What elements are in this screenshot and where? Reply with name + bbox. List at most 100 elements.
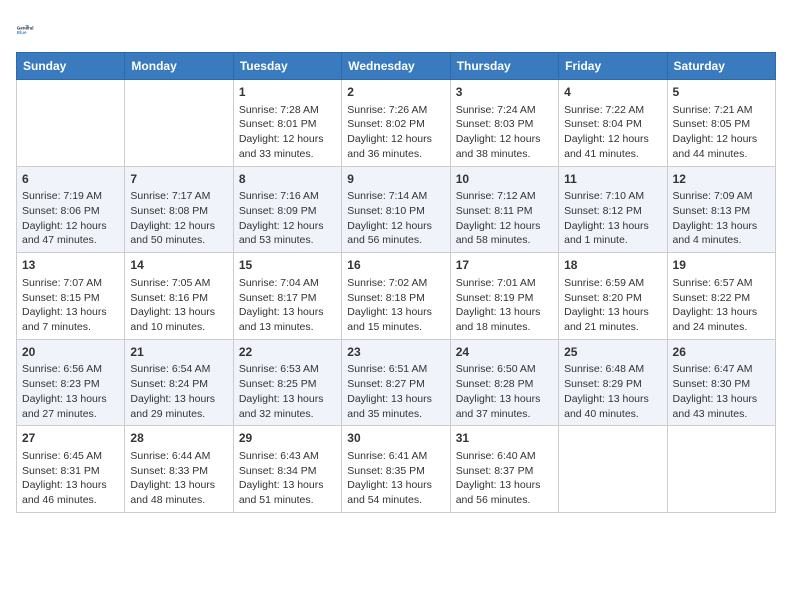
calendar-cell: 16Sunrise: 7:02 AMSunset: 8:18 PMDayligh… [342,253,450,340]
day-info: Sunrise: 7:04 AM [239,276,336,291]
day-info: Daylight: 13 hours and 51 minutes. [239,478,336,507]
day-number: 9 [347,171,444,188]
day-info: Daylight: 12 hours and 44 minutes. [673,132,770,161]
day-info: Sunrise: 7:21 AM [673,103,770,118]
day-info: Sunset: 8:15 PM [22,291,119,306]
day-number: 20 [22,344,119,361]
day-info: Daylight: 13 hours and 35 minutes. [347,392,444,421]
header-friday: Friday [559,53,667,80]
day-info: Daylight: 12 hours and 56 minutes. [347,219,444,248]
calendar-cell: 15Sunrise: 7:04 AMSunset: 8:17 PMDayligh… [233,253,341,340]
day-info: Sunset: 8:08 PM [130,204,227,219]
day-info: Daylight: 13 hours and 54 minutes. [347,478,444,507]
calendar-cell: 24Sunrise: 6:50 AMSunset: 8:28 PMDayligh… [450,339,558,426]
calendar-cell: 10Sunrise: 7:12 AMSunset: 8:11 PMDayligh… [450,166,558,253]
day-info: Sunrise: 7:12 AM [456,189,553,204]
day-number: 18 [564,257,661,274]
day-info: Daylight: 12 hours and 41 minutes. [564,132,661,161]
day-info: Sunset: 8:20 PM [564,291,661,306]
day-info: Sunset: 8:29 PM [564,377,661,392]
week-row-4: 20Sunrise: 6:56 AMSunset: 8:23 PMDayligh… [17,339,776,426]
day-info: Sunset: 8:23 PM [22,377,119,392]
day-number: 5 [673,84,770,101]
calendar-table: SundayMondayTuesdayWednesdayThursdayFrid… [16,52,776,513]
day-number: 31 [456,430,553,447]
day-info: Sunrise: 7:14 AM [347,189,444,204]
day-info: Sunrise: 6:54 AM [130,362,227,377]
day-info: Daylight: 13 hours and 48 minutes. [130,478,227,507]
week-row-5: 27Sunrise: 6:45 AMSunset: 8:31 PMDayligh… [17,426,776,513]
day-number: 29 [239,430,336,447]
day-info: Sunset: 8:13 PM [673,204,770,219]
day-info: Daylight: 13 hours and 27 minutes. [22,392,119,421]
calendar-cell: 20Sunrise: 6:56 AMSunset: 8:23 PMDayligh… [17,339,125,426]
day-info: Sunrise: 7:17 AM [130,189,227,204]
day-info: Sunrise: 6:51 AM [347,362,444,377]
day-info: Daylight: 12 hours and 33 minutes. [239,132,336,161]
calendar-cell: 4Sunrise: 7:22 AMSunset: 8:04 PMDaylight… [559,80,667,167]
day-info: Daylight: 13 hours and 7 minutes. [22,305,119,334]
day-number: 25 [564,344,661,361]
day-info: Sunset: 8:18 PM [347,291,444,306]
calendar-cell: 2Sunrise: 7:26 AMSunset: 8:02 PMDaylight… [342,80,450,167]
day-info: Daylight: 12 hours and 47 minutes. [22,219,119,248]
day-info: Sunset: 8:01 PM [239,117,336,132]
day-info: Sunset: 8:30 PM [673,377,770,392]
svg-text:Blue: Blue [17,30,27,35]
calendar-cell: 28Sunrise: 6:44 AMSunset: 8:33 PMDayligh… [125,426,233,513]
day-info: Daylight: 13 hours and 1 minute. [564,219,661,248]
calendar-cell: 22Sunrise: 6:53 AMSunset: 8:25 PMDayligh… [233,339,341,426]
calendar-cell: 19Sunrise: 6:57 AMSunset: 8:22 PMDayligh… [667,253,775,340]
week-row-1: 1Sunrise: 7:28 AMSunset: 8:01 PMDaylight… [17,80,776,167]
calendar-cell: 3Sunrise: 7:24 AMSunset: 8:03 PMDaylight… [450,80,558,167]
day-info: Sunset: 8:12 PM [564,204,661,219]
day-info: Sunrise: 7:05 AM [130,276,227,291]
calendar-cell: 14Sunrise: 7:05 AMSunset: 8:16 PMDayligh… [125,253,233,340]
calendar-cell [125,80,233,167]
day-number: 15 [239,257,336,274]
day-number: 23 [347,344,444,361]
day-info: Sunset: 8:03 PM [456,117,553,132]
svg-text:General: General [17,25,34,30]
day-number: 2 [347,84,444,101]
day-info: Daylight: 13 hours and 40 minutes. [564,392,661,421]
page-header: General Blue [16,16,776,44]
day-info: Daylight: 13 hours and 29 minutes. [130,392,227,421]
day-info: Daylight: 13 hours and 37 minutes. [456,392,553,421]
calendar-cell: 1Sunrise: 7:28 AMSunset: 8:01 PMDaylight… [233,80,341,167]
day-info: Daylight: 13 hours and 18 minutes. [456,305,553,334]
day-info: Sunset: 8:19 PM [456,291,553,306]
day-info: Sunrise: 6:59 AM [564,276,661,291]
day-info: Sunrise: 6:45 AM [22,449,119,464]
day-info: Daylight: 12 hours and 58 minutes. [456,219,553,248]
day-info: Sunset: 8:22 PM [673,291,770,306]
day-info: Sunrise: 6:41 AM [347,449,444,464]
day-number: 26 [673,344,770,361]
day-info: Sunrise: 6:53 AM [239,362,336,377]
day-info: Sunrise: 7:26 AM [347,103,444,118]
day-info: Sunset: 8:05 PM [673,117,770,132]
day-info: Sunset: 8:11 PM [456,204,553,219]
header-thursday: Thursday [450,53,558,80]
day-info: Daylight: 13 hours and 43 minutes. [673,392,770,421]
calendar-header: SundayMondayTuesdayWednesdayThursdayFrid… [17,53,776,80]
day-info: Sunrise: 6:40 AM [456,449,553,464]
day-number: 11 [564,171,661,188]
day-info: Daylight: 12 hours and 53 minutes. [239,219,336,248]
day-info: Sunset: 8:34 PM [239,464,336,479]
day-info: Daylight: 13 hours and 32 minutes. [239,392,336,421]
day-number: 22 [239,344,336,361]
header-wednesday: Wednesday [342,53,450,80]
day-info: Daylight: 13 hours and 24 minutes. [673,305,770,334]
day-info: Sunrise: 7:28 AM [239,103,336,118]
logo: General Blue [16,16,44,44]
day-number: 14 [130,257,227,274]
day-info: Sunset: 8:25 PM [239,377,336,392]
calendar-cell: 5 Sunrise: 7:21 AMSunset: 8:05 PMDaylight… [667,80,775,167]
day-number: 7 [130,171,227,188]
day-info: Sunrise: 6:57 AM [673,276,770,291]
day-info: Sunset: 8:09 PM [239,204,336,219]
day-info: Daylight: 13 hours and 15 minutes. [347,305,444,334]
day-number: 4 [564,84,661,101]
day-info: Daylight: 13 hours and 46 minutes. [22,478,119,507]
